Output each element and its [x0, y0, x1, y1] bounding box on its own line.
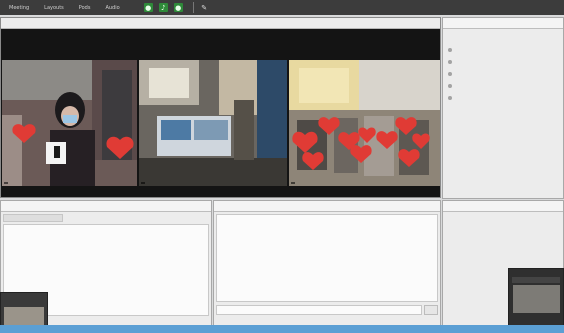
floating-window-right[interactable]	[508, 268, 564, 332]
pencil-icon[interactable]: ✎	[200, 3, 209, 12]
user-icon	[448, 96, 452, 100]
user-icon	[448, 48, 452, 52]
files-pod-title	[443, 201, 563, 212]
user-icon	[448, 60, 452, 64]
menu-pods[interactable]: Pods	[79, 5, 91, 11]
user-icon	[448, 72, 452, 76]
video-tile-2[interactable]	[139, 60, 287, 186]
video-feed-3	[289, 60, 440, 186]
video-pod	[0, 17, 441, 198]
user-icon	[448, 84, 452, 88]
video-tile-1[interactable]	[2, 60, 137, 186]
window-preview	[513, 285, 560, 313]
microphone-icon[interactable]: ♪	[158, 3, 168, 12]
tile-name	[4, 182, 8, 184]
tile-name	[141, 182, 145, 184]
chat-history	[216, 214, 438, 302]
menubar: Meeting Layouts Pods Audio ● ♪ ● ✎	[0, 0, 564, 15]
window-title-bar	[512, 277, 560, 283]
attendee-row[interactable]	[446, 58, 560, 66]
tile-name	[291, 182, 295, 184]
notes-toolbar[interactable]	[3, 214, 63, 222]
video-pod-header	[1, 18, 440, 29]
attendee-row[interactable]	[446, 46, 560, 54]
menu-audio[interactable]: Audio	[105, 5, 119, 11]
send-button[interactable]	[424, 305, 438, 315]
notes-pod-title	[1, 201, 211, 212]
person-icon[interactable]: ●	[173, 3, 183, 12]
menu-meeting[interactable]: Meeting	[9, 5, 29, 11]
video-tile-3[interactable]	[289, 60, 440, 186]
chat-pod	[213, 200, 441, 330]
attendee-row[interactable]	[446, 70, 560, 78]
chat-pod-title	[214, 201, 440, 212]
webcam-icon[interactable]: ●	[143, 3, 153, 12]
attendees-pod	[442, 17, 564, 199]
video-feed-2	[139, 60, 287, 186]
attendee-row[interactable]	[446, 94, 560, 102]
window-preview	[4, 307, 44, 327]
chat-input[interactable]	[216, 305, 422, 315]
attendee-row[interactable]	[446, 82, 560, 90]
toolbar-divider	[192, 2, 194, 13]
menu-layouts[interactable]: Layouts	[44, 5, 64, 11]
attendees-pod-title	[443, 18, 563, 29]
video-feed-1	[2, 60, 137, 186]
taskbar	[0, 325, 564, 333]
